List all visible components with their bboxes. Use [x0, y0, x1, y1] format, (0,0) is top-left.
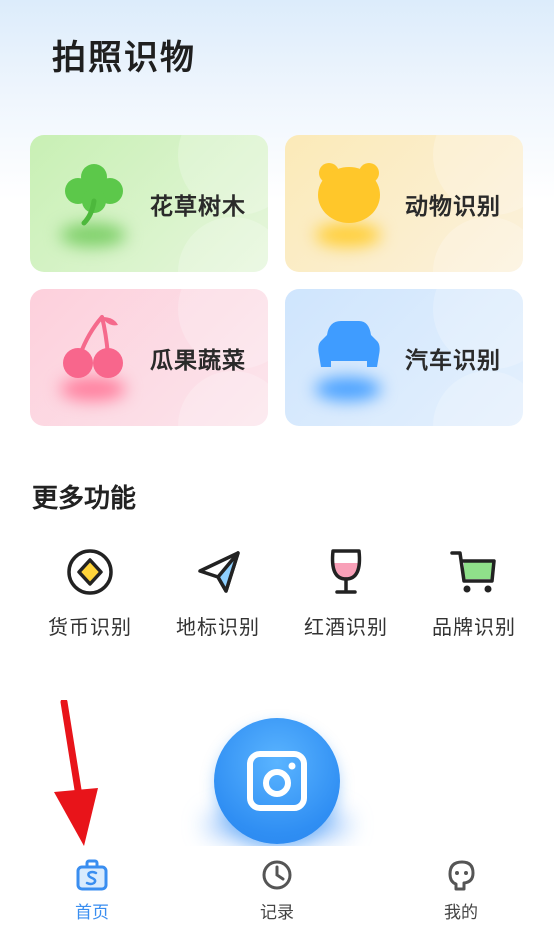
paper-plane-icon [198, 551, 240, 593]
feature-landmark[interactable]: 地标识别 [163, 545, 273, 640]
bear-icon [318, 163, 380, 223]
nav-label: 我的 [444, 903, 478, 923]
card-animals[interactable]: 动物识别 [285, 135, 523, 272]
feature-currency[interactable]: 货币识别 [35, 545, 145, 640]
coin-icon [67, 549, 113, 595]
wine-glass-icon [330, 549, 362, 594]
feature-label: 地标识别 [176, 615, 260, 639]
card-cars[interactable]: 汽车识别 [285, 289, 523, 426]
card-plants[interactable]: 花草树木 [30, 135, 268, 272]
card-fruits[interactable]: 瓜果蔬菜 [30, 289, 268, 426]
nav-item-mine[interactable]: 我的 [401, 858, 521, 923]
card-decoration [178, 217, 268, 272]
nav-item-home[interactable]: 首页 [32, 858, 152, 923]
camera-button[interactable] [214, 718, 340, 844]
nav-item-records[interactable]: 记录 [217, 858, 337, 923]
cherry-icon [63, 315, 123, 378]
feature-brand[interactable]: 品牌识别 [419, 545, 529, 640]
feature-label: 红酒识别 [304, 615, 388, 639]
nav-label: 首页 [75, 903, 109, 923]
shopping-cart-icon [450, 551, 496, 593]
annotation-arrow [54, 700, 98, 846]
card-decoration [178, 371, 268, 426]
bottom-nav: 首页 记录 我的 [0, 846, 554, 949]
page-title: 拍照识物 [52, 38, 196, 78]
feature-wine[interactable]: 红酒识别 [291, 545, 401, 640]
profile-face-icon [448, 860, 475, 891]
car-icon [318, 321, 380, 367]
camera-icon [247, 751, 307, 811]
card-label: 瓜果蔬菜 [150, 347, 246, 374]
nav-label: 记录 [260, 903, 294, 923]
card-label: 花草树木 [150, 193, 246, 220]
card-label: 汽车识别 [405, 347, 501, 374]
clock-icon [262, 860, 292, 890]
card-label: 动物识别 [405, 193, 501, 220]
section-title-more-features: 更多功能 [32, 484, 137, 514]
clover-icon [65, 164, 123, 226]
card-decoration [433, 217, 523, 272]
card-decoration [433, 371, 523, 426]
home-bag-icon [76, 859, 108, 891]
feature-label: 品牌识别 [432, 615, 516, 639]
feature-label: 货币识别 [48, 615, 132, 639]
